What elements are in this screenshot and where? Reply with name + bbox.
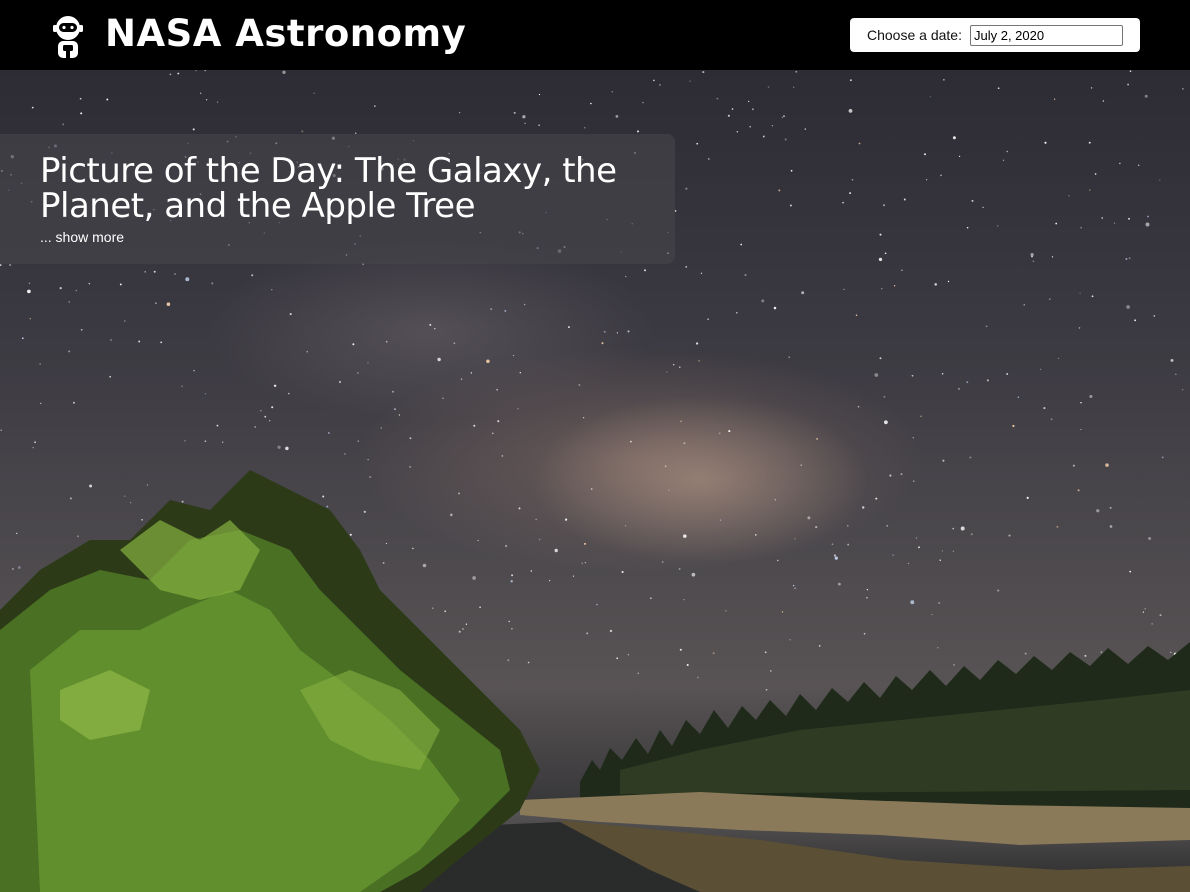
- show-more-link[interactable]: ... show more: [40, 229, 124, 245]
- top-header: NASA Astronomy Choose a date:: [0, 0, 1190, 70]
- app-root: NASA Astronomy Choose a date: July 2, 20…: [0, 0, 1190, 892]
- apod-info-panel: Picture of the Day: The Galaxy, the Plan…: [0, 134, 675, 264]
- date-picker-container: Choose a date:: [850, 18, 1140, 52]
- astronaut-icon: [53, 16, 83, 58]
- date-input[interactable]: [970, 25, 1123, 46]
- app-title: NASA Astronomy: [105, 12, 467, 55]
- date-label: Choose a date:: [867, 27, 962, 43]
- apple-tree: [0, 470, 540, 892]
- apod-title: Picture of the Day: The Galaxy, the Plan…: [40, 151, 617, 226]
